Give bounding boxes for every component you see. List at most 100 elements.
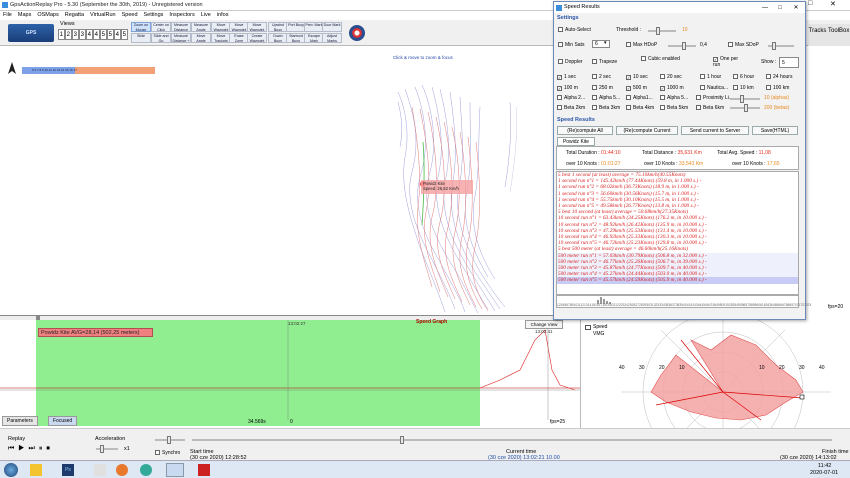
max-sdop-slider[interactable] [768,42,794,50]
acceleration-slider[interactable] [96,445,118,453]
menu-settings[interactable]: Settings [144,12,164,18]
option-checkbox-2-4[interactable]: Proximity Li... [696,95,733,101]
start-button-icon[interactable] [4,463,18,477]
menu-regatta[interactable]: Regatta [65,12,84,18]
checkbox-box[interactable] [660,86,665,91]
view-3[interactable]: 3 [72,29,79,40]
checkbox-box[interactable] [766,74,771,79]
maximize-icon[interactable]: □ [808,0,812,7]
checkbox-box[interactable] [557,95,562,100]
send-current-to-server-button[interactable]: Send current to Server [681,126,749,135]
checkbox-box[interactable] [557,75,562,80]
tab-focused[interactable]: Focused [48,416,78,426]
min-sats-select[interactable]: 6 [592,40,610,48]
prev-mark-button[interactable]: Prev. Mark [304,22,324,32]
min-sats-checkbox[interactable]: Min Sats [558,42,584,48]
menu-live[interactable]: Live [201,12,211,18]
menu-virtualrun[interactable]: VirtualRun [90,12,116,18]
adjust-marks-button[interactable]: Adjust Marks [322,33,342,43]
option-checkbox-1-2[interactable]: 500 m [626,85,647,91]
max-hdop-slider[interactable] [668,42,696,50]
cubic-checkbox[interactable]: Cubic enabled [641,56,683,62]
view-5b[interactable]: 5 [107,29,114,40]
checkbox-box[interactable] [700,74,705,79]
checkbox-box[interactable] [592,74,597,79]
change-view-button[interactable]: Change View [525,320,563,329]
measure-angle-button[interactable]: Measure Angle [191,22,211,32]
checkbox-box[interactable] [660,74,665,79]
one-per-run-checkbox[interactable]: One per run [713,56,745,68]
results-list[interactable]: 5 best 1 second (at least) average = 75.… [556,171,799,295]
dialog-close-icon[interactable]: ✕ [790,3,802,14]
slide-button[interactable]: Slide [131,33,151,43]
option-checkbox-1-3[interactable]: 1000 m [660,85,684,91]
option-checkbox-3-2[interactable]: Beta 4km [626,105,654,111]
max-sdop-checkbox[interactable]: Max SDoP [728,42,759,48]
option-checkbox-0-6[interactable]: 24 hours [766,74,792,80]
checkbox-box[interactable] [660,95,665,100]
checkbox-box[interactable] [660,105,665,110]
checkbox-box[interactable] [592,85,597,90]
chevron-down-icon[interactable]: ▾ [604,40,607,46]
checkbox-box[interactable] [626,95,631,100]
firefox-icon[interactable] [116,464,128,476]
option-checkbox-3-3[interactable]: Beta 5km [660,105,688,111]
checkbox-box[interactable] [626,75,631,80]
menu-infos[interactable]: infos [217,12,229,18]
view-1[interactable]: 1 [58,29,65,40]
option-checkbox-0-5[interactable]: 6 hour [733,74,754,80]
option-checkbox-3-1[interactable]: Beta 3km [592,105,620,111]
slide-and-go-button[interactable]: Slide and Go [151,33,171,43]
close-icon[interactable]: ✕ [830,0,836,8]
move-waypoint-button[interactable]: Move Waypoint [211,22,231,32]
pdf-icon[interactable] [198,464,210,476]
checkbox-box[interactable] [766,85,771,90]
view-extra-1[interactable]: 4 [114,29,121,40]
recompute-current-button[interactable]: (Re)compute Current [616,126,678,135]
checkbox-box[interactable] [696,105,701,110]
chrome-icon[interactable] [140,464,152,476]
center-on-click-button[interactable]: Center on Click [151,22,171,32]
dialog-maximize-icon[interactable]: □ [774,3,786,14]
result-row[interactable]: 500 meter run n°5 = 45.57km/h (24.59Knot… [557,277,798,284]
option-checkbox-3-4[interactable]: Beta 6km [696,105,724,111]
checkbox-box[interactable] [592,105,597,110]
replay-controls[interactable]: ⏮▶⏭⏸⏹ [8,445,54,453]
threshold-slider[interactable] [648,27,676,35]
checkbox-box[interactable] [626,86,631,91]
doppler-checkbox[interactable]: Doppler [558,59,583,65]
view-5[interactable]: 5 [100,29,107,40]
menu-inspectors[interactable]: Inspectors [169,12,194,18]
option-checkbox-0-1[interactable]: 2 sec [592,74,611,80]
option-checkbox-1-0[interactable]: 100 m [557,85,578,91]
option-checkbox-0-4[interactable]: 1 hour [700,74,721,80]
measure-distance-dist-button[interactable]: Measure Distance + Dist [171,33,191,43]
save-html-button[interactable]: Save(HTML) [752,126,798,135]
checkbox-box[interactable] [733,74,738,79]
measure-distance-button[interactable]: Measure Distance [171,22,191,32]
zoom-on-mouse-button[interactable]: Zoom on Mouse [131,22,151,32]
photoshop-icon[interactable]: Ps [62,464,74,476]
beta-slider[interactable] [730,104,760,112]
menu-osmaps[interactable]: OSMaps [37,12,58,18]
move-waypoint-button-3[interactable]: Move Waypoint [247,22,267,32]
menu-speed[interactable]: Speed [122,12,138,18]
move-trackpts-button[interactable]: Move Trackpts [211,33,231,43]
option-checkbox-0-3[interactable]: 20 sec [660,74,682,80]
trapeze-checkbox[interactable]: Trapeze [592,59,617,65]
erase-zone-button[interactable]: Erase Zone [229,33,249,43]
gps-app-taskbar-icon[interactable] [166,463,184,477]
option-checkbox-1-6[interactable]: 100 km [766,85,789,91]
proximity-slider[interactable] [730,95,760,103]
option-checkbox-2-2[interactable]: Alpha1... [626,95,653,101]
create-waypoint-button[interactable]: Create Waypoint [247,33,267,43]
tab-parameters[interactable]: Parameters [2,416,38,426]
auto-select-checkbox[interactable]: Auto-Select [558,27,591,33]
recompute-all-button[interactable]: (Re)compute All [557,126,613,135]
dialog-minimize-icon[interactable]: — [759,3,771,14]
door-mark-button[interactable]: Door Mark [322,22,342,32]
option-checkbox-1-4[interactable]: Nautica... [700,85,728,91]
checkbox-box[interactable] [733,85,738,90]
checkbox-box[interactable] [592,95,597,100]
speed-slider[interactable] [155,436,185,444]
